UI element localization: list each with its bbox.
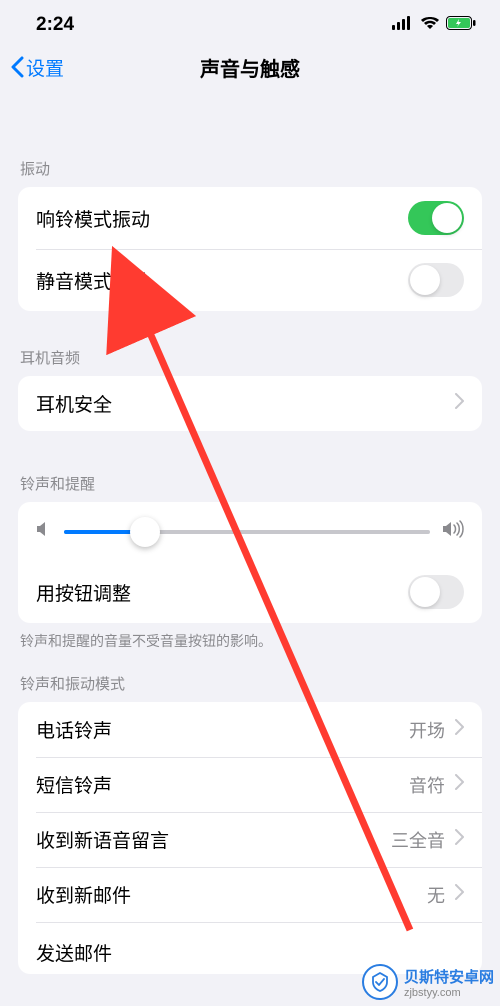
row-change-with-buttons[interactable]: 用按钮调整 <box>18 561 482 623</box>
group-vibration: 响铃模式振动 静音模式振动 <box>18 187 482 311</box>
switch-silent-vibrate[interactable] <box>408 263 464 297</box>
row-text-tone[interactable]: 短信铃声 音符 <box>18 757 482 812</box>
watermark-name: 贝斯特安卓网 <box>404 966 494 987</box>
row-label: 短信铃声 <box>36 771 112 798</box>
group-headphone: 耳机安全 <box>18 376 482 431</box>
row-label: 电话铃声 <box>36 716 112 743</box>
watermark-url: zjbstyy.com <box>404 987 494 999</box>
volume-high-icon <box>442 520 464 543</box>
group-patterns: 电话铃声 开场 短信铃声 音符 收到新语音留言 三全音 收到新邮件 无 发送邮件 <box>18 702 482 974</box>
section-header-patterns: 铃声和振动模式 <box>0 651 500 702</box>
row-label: 用按钮调整 <box>36 579 131 606</box>
row-label: 收到新语音留言 <box>36 826 169 853</box>
switch-ring-vibrate[interactable] <box>408 201 464 235</box>
row-label: 耳机安全 <box>36 390 112 417</box>
row-headphone-safety[interactable]: 耳机安全 <box>18 376 482 431</box>
row-label: 静音模式振动 <box>36 267 150 294</box>
chevron-right-icon <box>455 884 464 905</box>
row-ringtone[interactable]: 电话铃声 开场 <box>18 702 482 757</box>
group-ringer: 用按钮调整 <box>18 502 482 623</box>
battery-icon <box>446 14 476 36</box>
chevron-right-icon <box>455 393 464 415</box>
row-label: 收到新邮件 <box>36 881 131 908</box>
row-value: 音符 <box>409 772 445 798</box>
row-value: 三全音 <box>391 827 445 853</box>
clock: 2:24 <box>36 14 74 36</box>
back-button[interactable]: 设置 <box>10 54 64 81</box>
row-value: 无 <box>427 882 445 908</box>
chevron-right-icon <box>455 774 464 795</box>
volume-slider[interactable] <box>64 530 430 534</box>
nav-bar: 设置 声音与触感 <box>0 42 500 92</box>
row-label: 响铃模式振动 <box>36 205 150 232</box>
row-new-mail[interactable]: 收到新邮件 无 <box>18 867 482 922</box>
chevron-right-icon <box>455 829 464 850</box>
section-header-headphone: 耳机音频 <box>0 311 500 376</box>
volume-low-icon <box>36 520 52 543</box>
chevron-right-icon <box>455 719 464 740</box>
row-volume-slider[interactable] <box>18 502 482 561</box>
cellular-icon <box>392 14 414 36</box>
row-label: 发送邮件 <box>36 939 112 966</box>
section-header-vibration: 振动 <box>0 134 500 187</box>
status-bar: 2:24 <box>0 0 500 42</box>
watermark-badge-icon <box>362 964 398 1000</box>
status-right <box>392 14 476 36</box>
row-value: 开场 <box>409 717 445 743</box>
row-voicemail[interactable]: 收到新语音留言 三全音 <box>18 812 482 867</box>
chevron-left-icon <box>10 56 24 78</box>
section-header-ringer: 铃声和提醒 <box>0 431 500 502</box>
watermark: 贝斯特安卓网 zjbstyy.com <box>362 964 494 1000</box>
row-ring-vibrate[interactable]: 响铃模式振动 <box>18 187 482 249</box>
wifi-icon <box>420 14 440 36</box>
page-title: 声音与触感 <box>200 53 300 82</box>
row-silent-vibrate[interactable]: 静音模式振动 <box>18 249 482 311</box>
switch-change-with-buttons[interactable] <box>408 575 464 609</box>
back-label: 设置 <box>26 54 64 81</box>
section-footer-ringer: 铃声和提醒的音量不受音量按钮的影响。 <box>0 623 500 651</box>
